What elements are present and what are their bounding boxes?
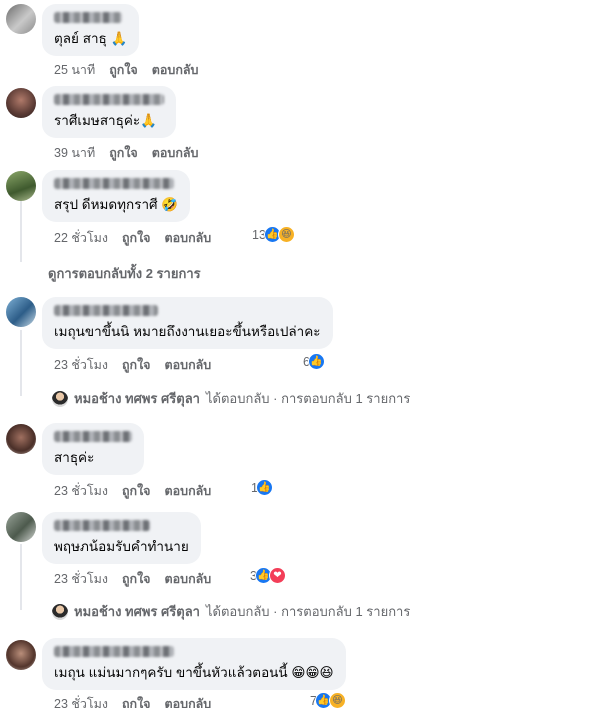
like-button[interactable]: ถูกใจ bbox=[122, 355, 151, 375]
comment-time[interactable]: 39 นาที bbox=[54, 143, 95, 163]
comment-bubble: ราศีเมษสาธุค่ะ🙏 bbox=[42, 86, 176, 138]
comment-meta: 23 ชั่วโมง ถูกใจ ตอบกลับ bbox=[54, 569, 211, 589]
haha-icon: 😆 bbox=[328, 692, 346, 708]
commenter-name-blurred[interactable] bbox=[54, 646, 174, 657]
commenter-name-blurred[interactable] bbox=[54, 431, 132, 442]
like-button[interactable]: ถูกใจ bbox=[109, 143, 138, 163]
reply-button[interactable]: ตอบกลับ bbox=[165, 569, 212, 589]
commenter-name-blurred[interactable] bbox=[54, 305, 158, 316]
comment-meta: 23 ชั่วโมง ถูกใจ ตอบกลับ bbox=[54, 481, 211, 501]
comment-text: พฤษภน้อมรับคำทำนาย bbox=[54, 539, 189, 554]
like-button[interactable]: ถูกใจ bbox=[122, 481, 151, 501]
reply-summary[interactable]: หมอช้าง ทศพร ศรีตุลา ได้ตอบกลับ · การตอบ… bbox=[52, 388, 410, 409]
reaction-summary[interactable]: 3 👍 ❤ bbox=[250, 567, 286, 584]
comment-time[interactable]: 22 ชั่วโมง bbox=[54, 228, 108, 248]
reply-summary-text[interactable]: ได้ตอบกลับ · การตอบกลับ 1 รายการ bbox=[206, 601, 410, 622]
like-icon: 👍 bbox=[255, 479, 273, 496]
love-icon: ❤ bbox=[268, 567, 286, 584]
commenter-name-blurred[interactable] bbox=[54, 520, 150, 531]
comment-meta: 39 นาที ถูกใจ ตอบกลับ bbox=[54, 143, 199, 163]
avatar[interactable] bbox=[6, 4, 36, 34]
reaction-summary[interactable]: 13 👍 😆 bbox=[252, 226, 295, 243]
comment-text: เมถุนขาขึ้นนิ หมายถึงงานเยอะขึ้นหรือเปล่… bbox=[54, 324, 321, 339]
avatar[interactable] bbox=[6, 171, 36, 201]
avatar[interactable] bbox=[6, 88, 36, 118]
commenter-name-blurred[interactable] bbox=[54, 178, 174, 189]
comment-meta: 22 ชั่วโมง ถูกใจ ตอบกลับ bbox=[54, 228, 211, 248]
comment-meta: 23 ชั่วโมง ถูกใจ ตอบกลับ bbox=[54, 694, 211, 708]
reply-summary-text[interactable]: ได้ตอบกลับ · การตอบกลับ 1 รายการ bbox=[206, 388, 410, 409]
comment-text: สาธุค่ะ bbox=[54, 450, 95, 465]
replier-name[interactable]: หมอช้าง ทศพร ศรีตุลา bbox=[74, 388, 200, 409]
avatar[interactable] bbox=[6, 640, 36, 670]
reaction-summary[interactable]: 6 👍 bbox=[303, 353, 325, 370]
commenter-name-blurred[interactable] bbox=[54, 12, 122, 23]
thread-line bbox=[20, 544, 22, 610]
reply-button[interactable]: ตอบกลับ bbox=[152, 143, 199, 163]
avatar[interactable] bbox=[6, 424, 36, 454]
comment-time[interactable]: 23 ชั่วโมง bbox=[54, 355, 108, 375]
view-more-replies-link[interactable]: ดูการตอบกลับทั้ง 2 รายการ bbox=[48, 263, 201, 284]
replier-avatar bbox=[52, 603, 68, 620]
comment-bubble: สาธุค่ะ bbox=[42, 423, 144, 475]
comment-time[interactable]: 25 นาที bbox=[54, 60, 95, 80]
commenter-name-blurred[interactable] bbox=[54, 94, 164, 105]
comment-time[interactable]: 23 ชั่วโมง bbox=[54, 481, 108, 501]
like-button[interactable]: ถูกใจ bbox=[122, 228, 151, 248]
haha-icon: 😆 bbox=[277, 226, 295, 243]
comment-time[interactable]: 23 ชั่วโมง bbox=[54, 569, 108, 589]
avatar[interactable] bbox=[6, 512, 36, 542]
reaction-summary[interactable]: 7 👍 😆 bbox=[310, 692, 346, 708]
comment-text: ราศีเมษสาธุค่ะ🙏 bbox=[54, 113, 157, 128]
comment-meta: 25 นาที ถูกใจ ตอบกลับ bbox=[54, 60, 199, 80]
like-button[interactable]: ถูกใจ bbox=[122, 694, 151, 708]
reply-button[interactable]: ตอบกลับ bbox=[165, 481, 212, 501]
comment-bubble: เมถุนขาขึ้นนิ หมายถึงงานเยอะขึ้นหรือเปล่… bbox=[42, 297, 333, 349]
comment-bubble: ตุลย์ สาธุ 🙏 bbox=[42, 4, 140, 56]
comment-meta: 23 ชั่วโมง ถูกใจ ตอบกลับ bbox=[54, 355, 211, 375]
like-button[interactable]: ถูกใจ bbox=[109, 60, 138, 80]
replier-avatar bbox=[52, 390, 68, 407]
comment-bubble: พฤษภน้อมรับคำทำนาย bbox=[42, 512, 201, 564]
comment-time[interactable]: 23 ชั่วโมง bbox=[54, 694, 108, 708]
comment-text: ตุลย์ สาธุ 🙏 bbox=[54, 31, 128, 46]
thread-line bbox=[20, 200, 22, 262]
reply-button[interactable]: ตอบกลับ bbox=[165, 694, 212, 708]
avatar[interactable] bbox=[6, 297, 36, 327]
reply-button[interactable]: ตอบกลับ bbox=[152, 60, 199, 80]
thread-line bbox=[20, 330, 22, 396]
reply-summary[interactable]: หมอช้าง ทศพร ศรีตุลา ได้ตอบกลับ · การตอบ… bbox=[52, 601, 410, 622]
comment-bubble: สรุป ดีหมดทุกราศี 🤣 bbox=[42, 170, 191, 222]
reply-button[interactable]: ตอบกลับ bbox=[165, 228, 212, 248]
like-button[interactable]: ถูกใจ bbox=[122, 569, 151, 589]
comment-bubble: เมถุน แม่นมากๆครับ ขาขึ้นหัวแล้วตอนนี้ 😁… bbox=[42, 638, 346, 690]
replier-name[interactable]: หมอช้าง ทศพร ศรีตุลา bbox=[74, 601, 200, 622]
comment-text: สรุป ดีหมดทุกราศี 🤣 bbox=[54, 197, 179, 212]
reaction-summary[interactable]: 1 👍 bbox=[251, 479, 273, 496]
comment-text: เมถุน แม่นมากๆครับ ขาขึ้นหัวแล้วตอนนี้ 😁… bbox=[54, 665, 334, 680]
like-icon: 👍 bbox=[307, 353, 325, 370]
reply-button[interactable]: ตอบกลับ bbox=[165, 355, 212, 375]
